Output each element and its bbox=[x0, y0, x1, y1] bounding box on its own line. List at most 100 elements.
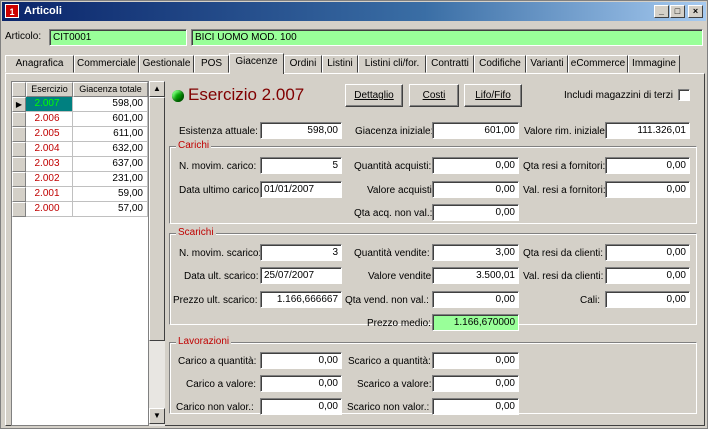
carichi-title: Carichi bbox=[176, 140, 212, 151]
esercizi-grid[interactable]: Esercizio Giacenza totale ▶ 2.007 598,00… bbox=[11, 81, 149, 426]
grid-cell-total[interactable]: 59,00 bbox=[73, 187, 148, 202]
tab-immagine[interactable]: Immagine bbox=[628, 55, 680, 73]
tab-commerciale[interactable]: Commerciale bbox=[74, 55, 139, 73]
quantita-acquisti-field[interactable]: 0,00 bbox=[432, 157, 519, 174]
tab-ecommerce[interactable]: eCommerce bbox=[568, 55, 628, 73]
grid-scrollbar[interactable]: ▲ ▼ bbox=[149, 81, 165, 426]
grid-header-giacenza[interactable]: Giacenza totale bbox=[73, 82, 148, 97]
prezzo-ult-scarico-field[interactable]: 1.166,666667 bbox=[260, 291, 342, 308]
valore-acquisti-field[interactable]: 0,00 bbox=[432, 181, 519, 198]
n-movim-scarico-label: N. movim. scarico: bbox=[179, 248, 262, 259]
row-indicator bbox=[12, 142, 26, 157]
article-label: Articolo: bbox=[5, 31, 42, 42]
qta-resi-fornitori-field[interactable]: 0,00 bbox=[605, 157, 690, 174]
article-code-field[interactable]: CIT0001 bbox=[49, 29, 187, 46]
prezzo-medio-field[interactable]: 1.166,670000 bbox=[432, 314, 519, 331]
carico-valore-label: Carico a valore: bbox=[186, 379, 257, 390]
grid-cell-year[interactable]: 2.004 bbox=[26, 142, 73, 157]
valore-vendite-label: Valore vendite: bbox=[368, 271, 434, 282]
tab-varianti[interactable]: Varianti bbox=[526, 55, 568, 73]
tab-listini-cli-for[interactable]: Listini cli/for. bbox=[358, 55, 426, 73]
dettaglio-button[interactable]: Dettaglio bbox=[345, 84, 403, 107]
costi-button[interactable]: Costi bbox=[409, 84, 459, 107]
valore-rim-label: Valore rim. iniziale: bbox=[524, 126, 608, 137]
prezzo-medio-label: Prezzo medio: bbox=[367, 318, 431, 329]
tab-codifiche[interactable]: Codifiche bbox=[474, 55, 526, 73]
grid-cell-total[interactable]: 632,00 bbox=[73, 142, 148, 157]
app-icon: 1 bbox=[5, 4, 19, 18]
scarico-quantita-field[interactable]: 0,00 bbox=[432, 352, 519, 369]
row-indicator bbox=[12, 157, 26, 172]
article-description-field[interactable]: BICI UOMO MOD. 100 bbox=[191, 29, 703, 46]
scarico-non-valor-label: Scarico non valor.: bbox=[347, 402, 430, 413]
title-bar[interactable]: 1 Articoli _ □ × bbox=[2, 2, 706, 21]
data-ult-scarico-field[interactable]: 25/07/2007 bbox=[260, 267, 342, 284]
grid-cell-year[interactable]: 2.000 bbox=[26, 202, 73, 217]
cali-field[interactable]: 0,00 bbox=[605, 291, 690, 308]
lifo-fifo-button[interactable]: Lifo/Fifo bbox=[464, 84, 522, 107]
val-resi-fornitori-field[interactable]: 0,00 bbox=[605, 181, 690, 198]
carico-quantita-field[interactable]: 0,00 bbox=[260, 352, 342, 369]
valore-vendite-field[interactable]: 3.500,01 bbox=[432, 267, 519, 284]
qta-acq-non-val-field[interactable]: 0,00 bbox=[432, 204, 519, 221]
grid-cell-year[interactable]: 2.006 bbox=[26, 112, 73, 127]
scroll-thumb[interactable] bbox=[149, 97, 165, 341]
grid-header-esercizio[interactable]: Esercizio bbox=[26, 82, 73, 97]
quantita-vendite-label: Quantità vendite: bbox=[354, 248, 430, 259]
current-row-arrow-icon: ▶ bbox=[12, 97, 26, 112]
window-title: Articoli bbox=[24, 5, 62, 17]
grid-cell-year[interactable]: 2.002 bbox=[26, 172, 73, 187]
scarico-valore-field[interactable]: 0,00 bbox=[432, 375, 519, 392]
scroll-down-icon[interactable]: ▼ bbox=[149, 408, 165, 424]
valore-acquisti-label: Valore acquisti: bbox=[367, 185, 435, 196]
grid-cell-year[interactable]: 2.003 bbox=[26, 157, 73, 172]
tab-ordini[interactable]: Ordini bbox=[284, 55, 322, 73]
grid-cell-year[interactable]: 2.007 bbox=[26, 97, 73, 112]
grid-cell-year[interactable]: 2.001 bbox=[26, 187, 73, 202]
tab-giacenze[interactable]: Giacenze bbox=[229, 53, 284, 74]
qta-vend-non-val-field[interactable]: 0,00 bbox=[432, 291, 519, 308]
carico-non-valor-label: Carico non valor.: bbox=[176, 402, 254, 413]
grid-cell-total[interactable]: 611,00 bbox=[73, 127, 148, 142]
cali-label: Cali: bbox=[580, 295, 601, 306]
n-movim-carico-field[interactable]: 5 bbox=[260, 157, 342, 174]
data-ultimo-carico-field[interactable]: 01/01/2007 bbox=[260, 181, 342, 198]
grid-cell-year[interactable]: 2.005 bbox=[26, 127, 73, 142]
carico-non-valor-field[interactable]: 0,00 bbox=[260, 398, 342, 415]
val-resi-clienti-label: Val. resi da clienti: bbox=[523, 271, 604, 282]
maximize-button[interactable]: □ bbox=[670, 5, 685, 18]
includi-checkbox[interactable] bbox=[678, 89, 690, 101]
data-ultimo-carico-label: Data ultimo carico: bbox=[179, 185, 262, 196]
carico-quantita-label: Carico a quantità: bbox=[178, 356, 257, 367]
quantita-vendite-field[interactable]: 3,00 bbox=[432, 244, 519, 261]
tab-gestionale[interactable]: Gestionale bbox=[139, 55, 194, 73]
tab-anagrafica[interactable]: Anagrafica bbox=[5, 55, 74, 73]
grid-cell-total[interactable]: 57,00 bbox=[73, 202, 148, 217]
qta-acq-non-val-label: Qta acq. non val.: bbox=[354, 208, 433, 219]
row-indicator bbox=[12, 112, 26, 127]
quantita-acquisti-label: Quantità acquisti: bbox=[354, 161, 432, 172]
carico-valore-field[interactable]: 0,00 bbox=[260, 375, 342, 392]
prezzo-ult-scarico-label: Prezzo ult. scarico: bbox=[173, 295, 258, 306]
n-movim-scarico-field[interactable]: 3 bbox=[260, 244, 342, 261]
close-button[interactable]: × bbox=[688, 5, 703, 18]
esistenza-field[interactable]: 598,00 bbox=[260, 122, 342, 139]
grid-cell-total[interactable]: 601,00 bbox=[73, 112, 148, 127]
grid-cell-total[interactable]: 637,00 bbox=[73, 157, 148, 172]
tab-listini[interactable]: Listini bbox=[322, 55, 358, 73]
tab-pos[interactable]: POS bbox=[194, 55, 229, 73]
giacenza-label: Giacenza iniziale: bbox=[355, 126, 434, 137]
qta-resi-clienti-label: Qta resi da clienti: bbox=[523, 248, 604, 259]
scarichi-title: Scarichi bbox=[176, 227, 216, 238]
qta-resi-clienti-field[interactable]: 0,00 bbox=[605, 244, 690, 261]
minimize-button[interactable]: _ bbox=[654, 5, 669, 18]
scarico-non-valor-field[interactable]: 0,00 bbox=[432, 398, 519, 415]
esercizio-title: Esercizio 2.007 bbox=[188, 85, 305, 104]
valore-rim-field[interactable]: 111.326,01 bbox=[605, 122, 690, 139]
grid-cell-total[interactable]: 231,00 bbox=[73, 172, 148, 187]
giacenza-field[interactable]: 601,00 bbox=[432, 122, 519, 139]
grid-cell-total[interactable]: 598,00 bbox=[73, 97, 148, 112]
scroll-up-icon[interactable]: ▲ bbox=[149, 81, 165, 97]
val-resi-clienti-field[interactable]: 0,00 bbox=[605, 267, 690, 284]
tab-contratti[interactable]: Contratti bbox=[426, 55, 474, 73]
